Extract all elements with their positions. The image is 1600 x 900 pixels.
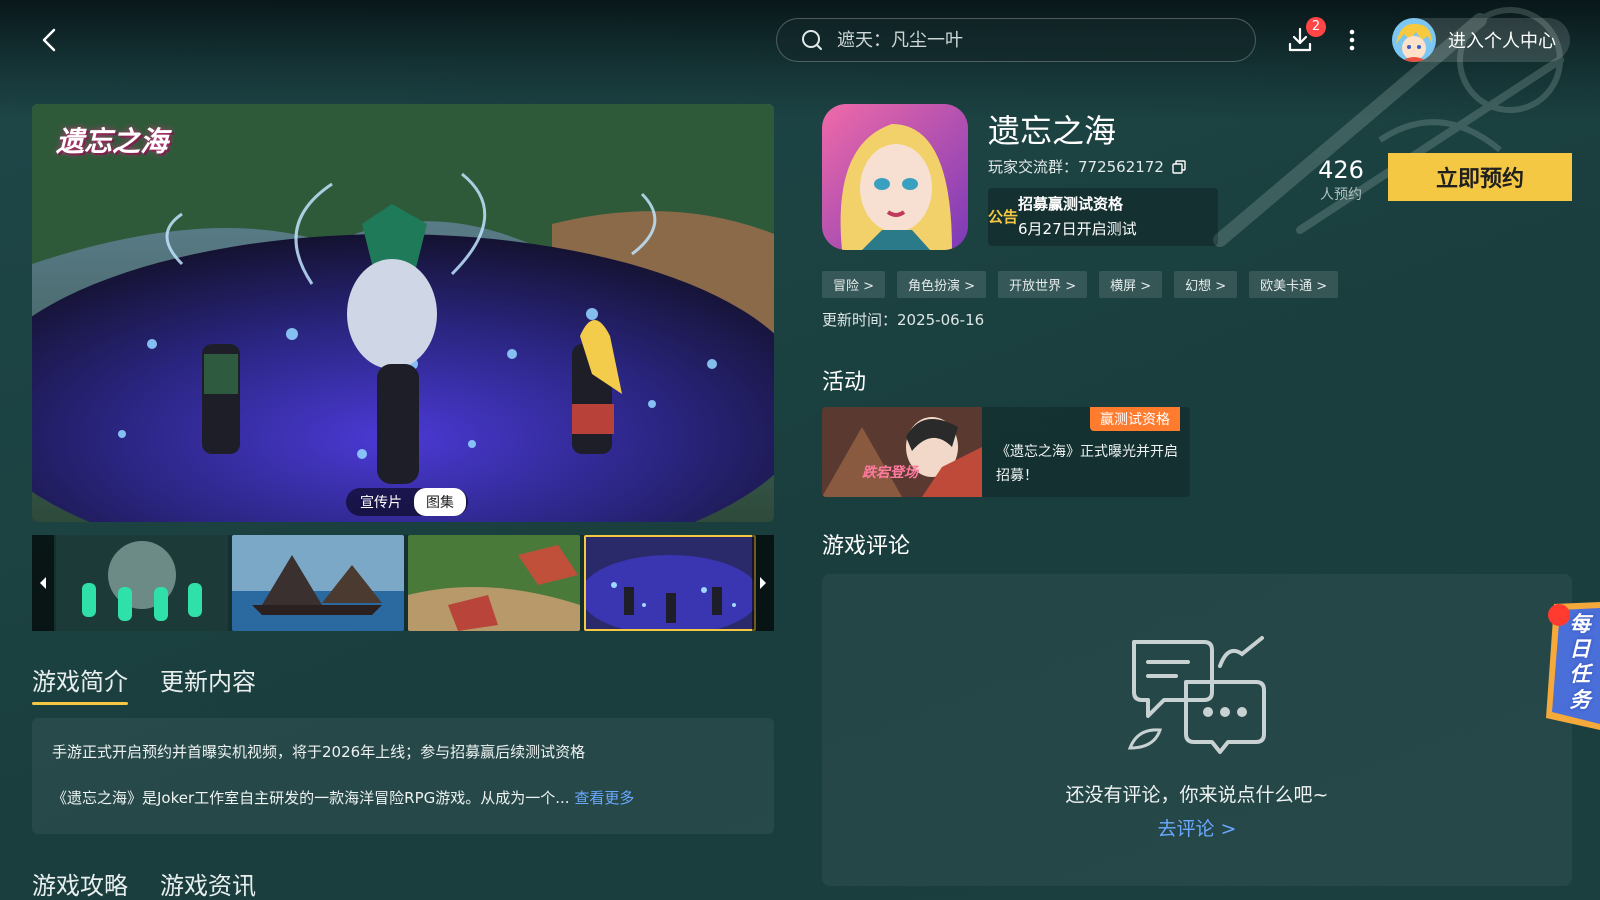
- back-arrow-icon[interactable]: [36, 26, 64, 54]
- activity-section-title: 活动: [822, 370, 867, 395]
- reviews-panel: 还没有评论，你来说点什么吧~ 去评论 >: [822, 574, 1572, 886]
- search-bar[interactable]: [776, 18, 1256, 62]
- tab-game-guide[interactable]: 游戏攻略: [32, 866, 128, 900]
- thumbnail-1[interactable]: [56, 535, 228, 631]
- tag-rpg[interactable]: 角色扮演 >: [897, 271, 987, 298]
- user-center-label: 进入个人中心: [1448, 31, 1556, 52]
- reviews-section-title: 游戏评论: [822, 534, 911, 559]
- announcement-text: 招募赢测试资格 6月27日开启测试: [1018, 192, 1137, 243]
- thumbnail-strip: [32, 535, 774, 631]
- reservation-count: 426 人预约: [1306, 156, 1376, 204]
- announcement-tag: 公告: [988, 208, 1019, 226]
- thumbnail-2[interactable]: [232, 535, 404, 631]
- game-title: 遗忘之海: [988, 112, 1117, 150]
- tab-gallery[interactable]: 图集: [414, 488, 466, 516]
- user-avatar: [1392, 18, 1436, 62]
- activity-badge: 赢测试资格: [1090, 407, 1180, 431]
- caret-right-icon: [760, 577, 766, 589]
- tag-open-world[interactable]: 开放世界 >: [998, 271, 1088, 298]
- intro-tabs: 游戏简介 更新内容: [32, 662, 256, 705]
- media-tabs: 宣传片 图集: [346, 488, 468, 516]
- activity-banner-image: 跌宕登场: [822, 407, 982, 497]
- announcement-subtitle: 6月27日开启测试: [1018, 220, 1137, 238]
- tab-update-content[interactable]: 更新内容: [160, 662, 256, 701]
- svg-text:跌宕登场: 跌宕登场: [862, 464, 920, 481]
- update-time: 更新时间：2025-06-16: [822, 311, 985, 329]
- tag-western-cartoon[interactable]: 欧美卡通 >: [1249, 271, 1339, 298]
- activity-description: 《遗忘之海》正式曝光并开启招募！: [996, 444, 1178, 484]
- player-group: 玩家交流群：772562172: [988, 156, 1186, 177]
- announcement-card[interactable]: 公告 招募赢测试资格 6月27日开启测试: [988, 188, 1218, 246]
- tag-landscape[interactable]: 横屏 >: [1099, 271, 1163, 298]
- tab-trailer[interactable]: 宣传片: [348, 488, 414, 516]
- see-more-link[interactable]: 查看更多: [574, 789, 634, 807]
- game-logo: 遗忘之海: [56, 125, 169, 158]
- search-input[interactable]: [837, 29, 1217, 51]
- thumbnail-4[interactable]: [584, 535, 756, 631]
- tag-fantasy[interactable]: 幻想 >: [1174, 271, 1238, 298]
- gameplay-scene-image: [32, 104, 774, 522]
- guide-tabs: 游戏攻略 游戏资讯: [32, 866, 256, 900]
- write-comment-link[interactable]: 去评论 >: [822, 814, 1572, 841]
- announcement-title: 招募赢测试资格: [1018, 194, 1124, 213]
- tab-game-intro[interactable]: 游戏简介: [32, 662, 128, 705]
- tag-adventure[interactable]: 冒险 >: [822, 271, 886, 298]
- player-group-label: 玩家交流群：772562172: [988, 158, 1164, 176]
- game-icon: [822, 104, 968, 250]
- game-intro-panel: 手游正式开启预约并首曝实机视频，将于2026年上线；参与招募赢后续测试资格 《遗…: [32, 718, 774, 834]
- intro-summary: 手游正式开启预约并首曝实机视频，将于2026年上线；参与招募赢后续测试资格: [52, 743, 586, 761]
- reservation-number: 426: [1318, 156, 1364, 184]
- hero-image[interactable]: 遗忘之海: [32, 104, 774, 522]
- intro-description: 《遗忘之海》是Joker工作室自主研发的一款海洋冒险RPG游戏。从成为一个...…: [52, 789, 635, 807]
- thumb-next-button[interactable]: [752, 535, 774, 631]
- thumbnail-3[interactable]: [408, 535, 580, 631]
- more-options-icon[interactable]: [1340, 24, 1364, 56]
- reserve-button[interactable]: 立即预约: [1388, 153, 1572, 201]
- search-icon: [802, 30, 822, 50]
- tab-game-news[interactable]: 游戏资讯: [160, 866, 256, 900]
- user-center-button[interactable]: 进入个人中心: [1392, 18, 1570, 62]
- thumb-prev-button[interactable]: [32, 535, 54, 631]
- game-tags: 冒险 > 角色扮演 > 开放世界 > 横屏 > 幻想 > 欧美卡通 >: [822, 271, 1339, 298]
- daily-task-label: 每日任务: [1569, 612, 1591, 712]
- download-count-badge: 2: [1306, 17, 1326, 37]
- reservation-label: 人预约: [1320, 187, 1362, 203]
- activity-card[interactable]: 跌宕登场 赢测试资格 《遗忘之海》正式曝光并开启招募！: [822, 407, 1190, 497]
- copy-icon[interactable]: [1172, 159, 1186, 174]
- caret-left-icon: [40, 577, 46, 589]
- empty-comments-text: 还没有评论，你来说点什么吧~: [1065, 784, 1329, 806]
- empty-comments-illustration: [1127, 636, 1266, 754]
